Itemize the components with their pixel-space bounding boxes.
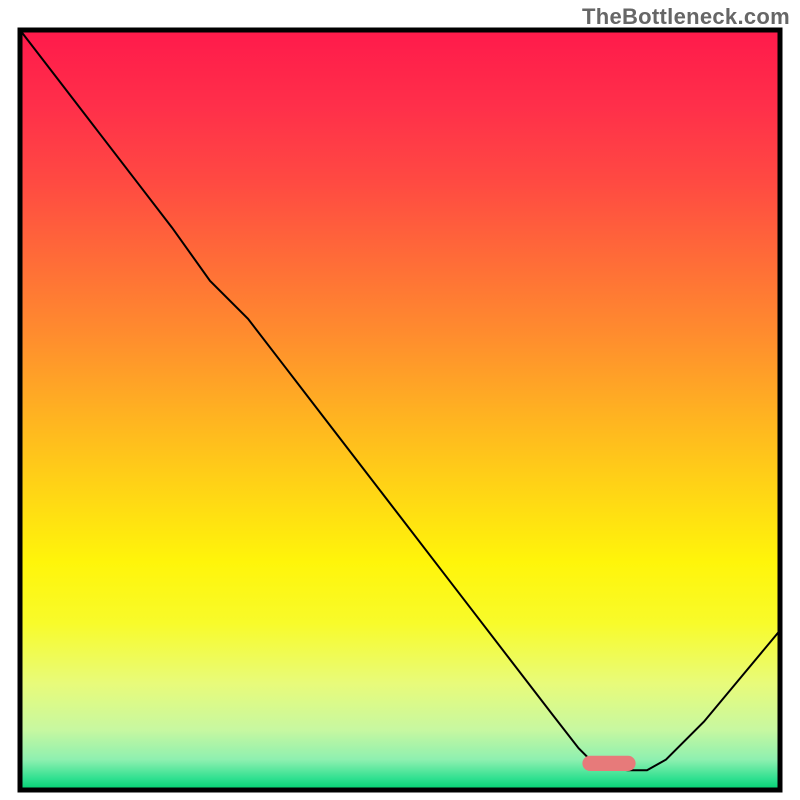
chart-svg bbox=[0, 0, 800, 800]
optimal-marker bbox=[582, 756, 635, 771]
watermark-label: TheBottleneck.com bbox=[582, 4, 790, 30]
gradient-background bbox=[20, 30, 780, 790]
chart-frame: TheBottleneck.com bbox=[0, 0, 800, 800]
plot-area bbox=[20, 30, 780, 790]
